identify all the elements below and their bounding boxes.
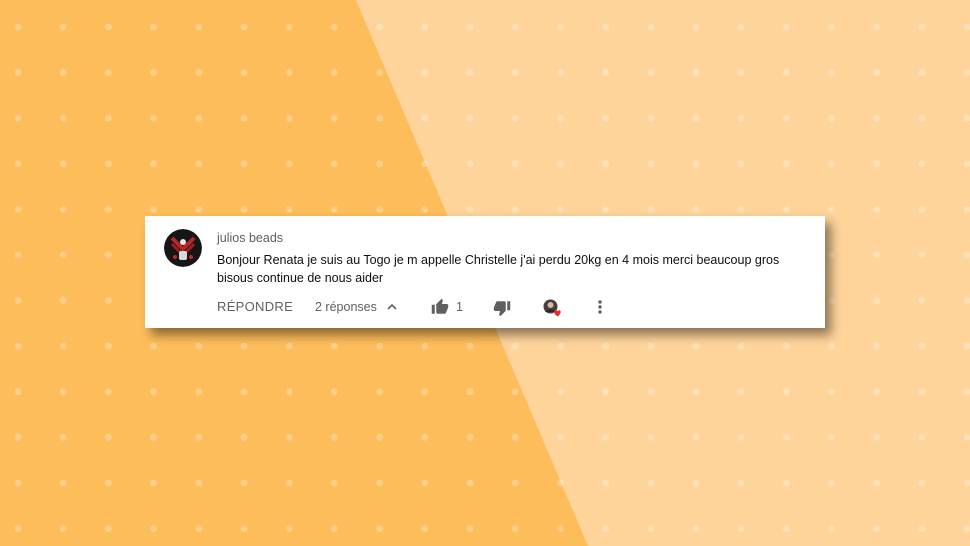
thumbs-up-icon[interactable] <box>431 298 449 316</box>
chevron-up-icon[interactable] <box>385 300 399 314</box>
comment-author[interactable]: julios beads <box>217 231 283 245</box>
avatar[interactable] <box>164 229 202 267</box>
comment-card: julios beads Bonjour Renata je suis au T… <box>145 216 825 328</box>
creator-heart-icon[interactable] <box>542 298 564 318</box>
thumbs-down-icon[interactable] <box>493 299 511 317</box>
like-count: 1 <box>456 300 463 314</box>
comment-actions: RÉPONDRE 2 réponses 1 <box>145 296 825 318</box>
reply-button[interactable]: RÉPONDRE <box>217 299 293 314</box>
replies-toggle-button[interactable]: 2 réponses <box>315 300 377 314</box>
more-vertical-icon[interactable] <box>594 298 606 316</box>
comment-text: Bonjour Renata je suis au Togo je m appe… <box>217 253 780 285</box>
